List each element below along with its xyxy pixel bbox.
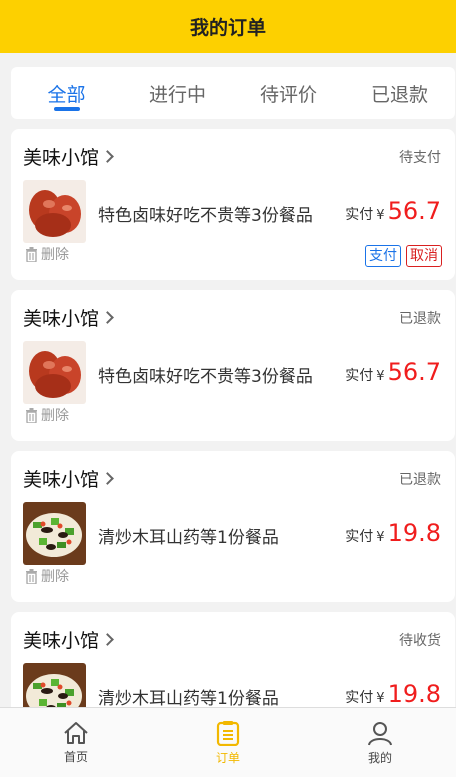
tab-in-progress[interactable]: 进行中 xyxy=(122,67,233,119)
trash-icon xyxy=(26,407,37,423)
order-price: 实付 ¥ 56.7 xyxy=(345,358,441,386)
tab-all[interactable]: 全部 xyxy=(11,67,122,119)
order-card[interactable]: 美味小馆 待支付 特色卤味好吃不贵等3份餐品 实付 ¥ 56.7 删除 支付 取… xyxy=(11,129,455,280)
chevron-right-icon xyxy=(101,311,114,324)
price-amount: 56.7 xyxy=(387,358,441,386)
goods-summary: 清炒木耳山药等1份餐品 xyxy=(98,689,279,707)
delete-label: 删除 xyxy=(41,247,69,263)
goods-summary: 清炒木耳山药等1份餐品 xyxy=(98,528,279,548)
cancel-button[interactable]: 取消 xyxy=(406,245,442,267)
currency-symbol: ¥ xyxy=(376,208,385,223)
order-status: 已退款 xyxy=(399,311,441,327)
app-header: 我的订单 xyxy=(0,0,456,53)
chevron-right-icon xyxy=(101,150,114,163)
order-card[interactable]: 美味小馆 已退款 清炒木耳山药等1份餐品 实付 ¥ 19.8 删除 xyxy=(11,451,455,602)
delete-label: 删除 xyxy=(41,408,69,424)
order-status: 待收货 xyxy=(399,633,441,649)
food-image-braised-meat[interactable] xyxy=(23,180,86,243)
goods-summary: 特色卤味好吃不贵等3份餐品 xyxy=(98,206,313,226)
pay-button[interactable]: 支付 xyxy=(365,245,401,267)
tab-to-review[interactable]: 待评价 xyxy=(233,67,344,119)
currency-symbol: ¥ xyxy=(376,530,385,545)
food-image-stir-fry-veg[interactable] xyxy=(23,502,86,565)
order-price: 实付 ¥ 19.8 xyxy=(345,519,441,547)
order-list[interactable]: 美味小馆 待支付 特色卤味好吃不贵等3份餐品 实付 ¥ 56.7 删除 支付 取… xyxy=(11,129,455,707)
price-amount: 19.8 xyxy=(387,680,441,707)
order-card[interactable]: 美味小馆 已退款 特色卤味好吃不贵等3份餐品 实付 ¥ 56.7 删除 xyxy=(11,290,455,441)
tab-label: 全部 xyxy=(47,83,86,106)
order-status: 已退款 xyxy=(399,472,441,488)
order-price: 实付 ¥ 56.7 xyxy=(345,197,441,225)
currency-symbol: ¥ xyxy=(376,369,385,384)
currency-symbol: ¥ xyxy=(376,691,385,706)
goods-summary: 特色卤味好吃不贵等3份餐品 xyxy=(98,367,313,387)
trash-icon xyxy=(26,568,37,584)
delete-button[interactable]: 删除 xyxy=(25,405,69,425)
price-amount: 19.8 xyxy=(387,519,441,547)
order-price: 实付 ¥ 19.8 xyxy=(345,680,441,707)
shop-name: 美味小馆 xyxy=(23,630,100,652)
price-label: 实付 xyxy=(345,368,374,384)
delete-button[interactable]: 删除 xyxy=(25,244,69,264)
order-actions: 支付 取消 xyxy=(360,245,442,267)
price-label: 实付 xyxy=(345,690,374,706)
nav-home[interactable]: 首页 xyxy=(0,708,152,777)
chevron-right-icon xyxy=(101,472,114,485)
shop-link[interactable]: 美味小馆 xyxy=(23,304,114,331)
shop-name: 美味小馆 xyxy=(23,469,100,491)
nav-orders[interactable]: 订单 xyxy=(152,708,304,777)
tab-label: 待评价 xyxy=(259,83,317,106)
delete-label: 删除 xyxy=(41,569,69,585)
home-icon xyxy=(64,721,88,744)
price-amount: 56.7 xyxy=(387,197,441,225)
food-image-braised-meat[interactable] xyxy=(23,341,86,404)
nav-label: 首页 xyxy=(63,749,88,764)
active-tab-indicator xyxy=(53,107,80,111)
tab-label: 已退款 xyxy=(370,83,428,106)
chevron-right-icon xyxy=(101,633,114,646)
tab-label: 进行中 xyxy=(148,83,206,106)
tab-refunded[interactable]: 已退款 xyxy=(344,67,455,119)
nav-label: 订单 xyxy=(215,750,240,765)
delete-button[interactable]: 删除 xyxy=(25,566,69,586)
shop-link[interactable]: 美味小馆 xyxy=(23,465,114,492)
nav-profile[interactable]: 我的 xyxy=(304,708,456,777)
price-label: 实付 xyxy=(345,207,374,223)
shop-link[interactable]: 美味小馆 xyxy=(23,626,114,653)
user-icon xyxy=(368,721,392,745)
shop-name: 美味小馆 xyxy=(23,308,100,330)
shop-name: 美味小馆 xyxy=(23,147,100,169)
nav-label: 我的 xyxy=(367,750,392,765)
page-title: 我的订单 xyxy=(189,17,266,39)
food-image-stir-fry-veg[interactable] xyxy=(23,663,86,707)
order-icon xyxy=(216,720,240,746)
order-tabs: 全部 进行中 待评价 已退款 xyxy=(11,67,455,119)
price-label: 实付 xyxy=(345,529,374,545)
order-status: 待支付 xyxy=(399,150,441,166)
bottom-nav: 首页 订单 我的 xyxy=(0,707,456,777)
shop-link[interactable]: 美味小馆 xyxy=(23,143,114,170)
trash-icon xyxy=(26,246,37,262)
order-card[interactable]: 美味小馆 待收货 清炒木耳山药等1份餐品 实付 ¥ 19.8 xyxy=(11,612,455,707)
